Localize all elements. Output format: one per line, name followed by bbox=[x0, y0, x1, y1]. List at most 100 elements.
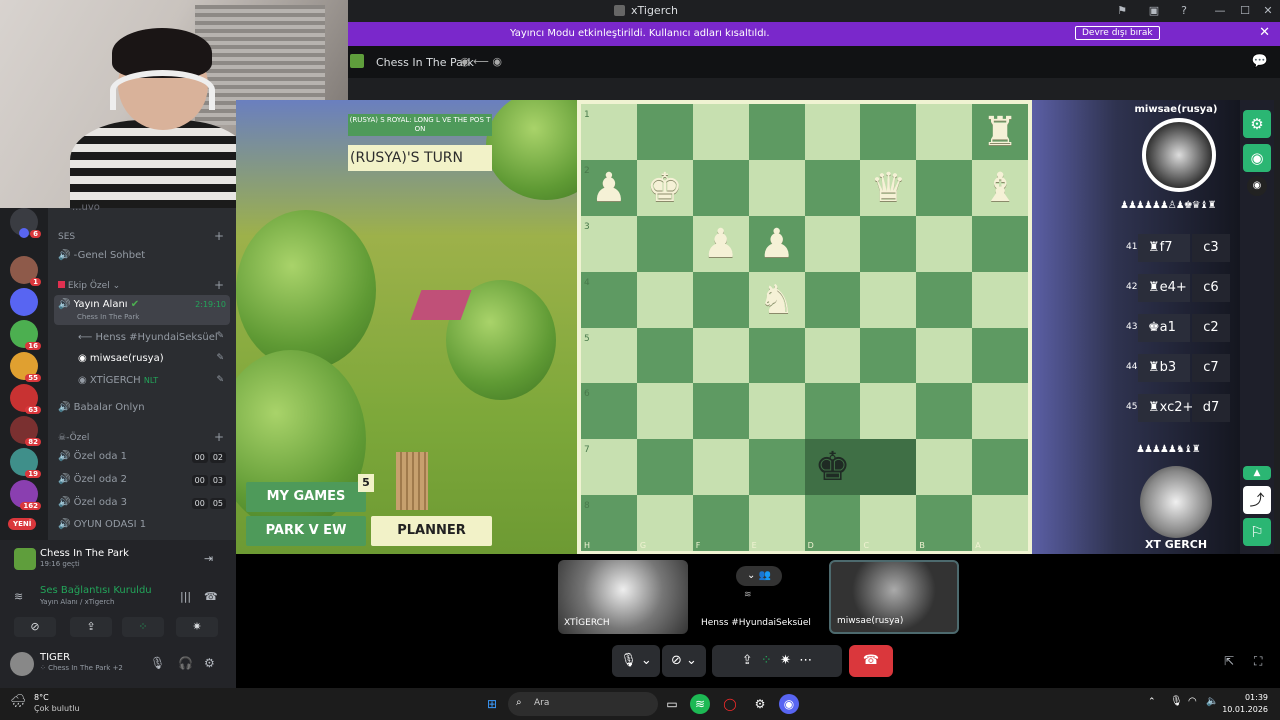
board-square[interactable] bbox=[972, 327, 1029, 384]
board-square[interactable]: G bbox=[636, 495, 693, 552]
board-square[interactable] bbox=[972, 215, 1029, 272]
board-square[interactable] bbox=[804, 383, 861, 440]
volume-icon[interactable]: 🔈 bbox=[1206, 696, 1218, 707]
chess-piece[interactable]: ♚ bbox=[637, 160, 693, 216]
board-square[interactable]: ♝ bbox=[972, 159, 1029, 216]
board-square[interactable]: 3 bbox=[581, 215, 637, 272]
microphone-button[interactable]: 🎙 ⌄ bbox=[612, 645, 660, 677]
chess-piece[interactable]: ♚ bbox=[805, 439, 861, 495]
board-square[interactable] bbox=[748, 383, 805, 440]
chess-piece[interactable]: ♟ bbox=[749, 216, 805, 272]
channel-oyun-odasi[interactable]: 🔊 OYUN ODASI 1 bbox=[58, 519, 146, 530]
board-square[interactable]: 5 bbox=[581, 327, 637, 384]
voice-status[interactable]: Ses Bağlantısı Kuruldu bbox=[40, 585, 152, 596]
close-icon[interactable]: ✕ bbox=[1260, 3, 1276, 19]
soundboard-button[interactable]: ✷ bbox=[176, 617, 218, 637]
board-square[interactable]: ♜ bbox=[972, 104, 1029, 160]
board-square[interactable] bbox=[916, 271, 973, 328]
maximize-icon[interactable]: ☐ bbox=[1237, 3, 1253, 19]
chess-piece[interactable]: ♛ bbox=[860, 160, 916, 216]
flag-icon[interactable]: ⚐ bbox=[1243, 518, 1271, 546]
camera-button[interactable]: ⊘ ⌄ bbox=[662, 645, 706, 677]
board-square[interactable] bbox=[972, 271, 1029, 328]
board-square[interactable] bbox=[692, 271, 749, 328]
channel-genel-sohbet[interactable]: 🔊 -Genel Sohbet bbox=[58, 250, 145, 261]
voice-member[interactable]: ◉ miwsae(rusya) bbox=[78, 353, 164, 364]
wifi-icon[interactable]: ◠ bbox=[1188, 696, 1197, 707]
weather-icon[interactable]: 🌧 bbox=[10, 694, 27, 709]
add-channel-icon[interactable]: + bbox=[214, 229, 224, 243]
board-square[interactable] bbox=[636, 271, 693, 328]
board-square[interactable]: ♚ bbox=[804, 439, 861, 496]
board-square[interactable]: ♛ bbox=[860, 159, 917, 216]
board-square[interactable] bbox=[636, 104, 693, 160]
channel-yayin-alani[interactable]: 🔊 Yayın Alanı ✔ 2:19:10 Chess In The Par… bbox=[54, 295, 230, 325]
settings-gear-icon[interactable]: ⚙ bbox=[204, 656, 215, 670]
tray-chevron-icon[interactable]: ⌃ bbox=[1148, 697, 1156, 707]
settings-gear-icon[interactable]: ⚙ bbox=[1243, 110, 1271, 138]
steam-icon[interactable]: ⚙ bbox=[750, 694, 770, 714]
avatar[interactable] bbox=[10, 652, 34, 676]
server-icon[interactable]: 55 bbox=[10, 352, 41, 382]
leave-activity-icon[interactable]: ⇥ bbox=[204, 552, 213, 565]
chess-piece[interactable]: ♞ bbox=[749, 272, 805, 328]
planner-button[interactable]: PLANNER bbox=[371, 516, 492, 546]
board-square[interactable]: E bbox=[748, 495, 805, 552]
channel-ozel-oda-1[interactable]: 🔊 Özel oda 1 bbox=[58, 451, 127, 462]
server-icon[interactable]: 63 bbox=[10, 384, 41, 414]
participant-tile[interactable]: miwsae(rusya) bbox=[829, 560, 959, 634]
clock-time[interactable]: 01:39 bbox=[1228, 693, 1268, 702]
avatar[interactable]: ◉ bbox=[1247, 176, 1267, 196]
category-ses[interactable]: SES bbox=[58, 232, 75, 242]
noise-icon[interactable]: ||| bbox=[180, 590, 191, 603]
server-icon[interactable]: 1 bbox=[10, 256, 41, 286]
disable-streamer-mode-button[interactable]: Devre dışı bırak bbox=[1075, 26, 1160, 40]
windows-start-icon[interactable]: ⊞ bbox=[482, 694, 502, 714]
board-square[interactable]: F bbox=[692, 495, 749, 552]
panel-app-name[interactable]: Chess In The Park bbox=[40, 548, 129, 559]
headphones-icon[interactable]: 🎧 bbox=[178, 656, 193, 670]
move-row[interactable]: 45 ♜xc2+ d7 bbox=[1120, 392, 1232, 424]
chevron-up-icon[interactable]: ▲ bbox=[1243, 466, 1271, 480]
board-square[interactable]: ♟ bbox=[748, 215, 805, 272]
screen-share-button[interactable]: ⇪ bbox=[70, 617, 112, 637]
chess-piece[interactable]: ♟ bbox=[581, 160, 637, 216]
board-square[interactable] bbox=[692, 327, 749, 384]
search-box[interactable]: ⌕ Ara bbox=[508, 692, 658, 716]
board-square[interactable] bbox=[916, 215, 973, 272]
board-square[interactable] bbox=[916, 383, 973, 440]
close-notice-icon[interactable]: ✕ bbox=[1259, 25, 1270, 40]
screen-icon[interactable]: ▣ bbox=[1146, 3, 1162, 19]
move-row[interactable]: 42 ♜e4+ c6 bbox=[1120, 272, 1232, 304]
board-square[interactable] bbox=[636, 215, 693, 272]
new-badge[interactable]: YENİ bbox=[8, 518, 37, 530]
board-square[interactable] bbox=[972, 383, 1029, 440]
help-icon[interactable]: ? bbox=[1176, 3, 1192, 19]
board-square[interactable]: A bbox=[972, 495, 1029, 552]
park-view-button[interactable]: PARK V EW bbox=[246, 516, 366, 546]
chess-piece[interactable]: ♟ bbox=[693, 216, 749, 272]
board-square[interactable] bbox=[860, 383, 917, 440]
chess-piece[interactable]: ♝ bbox=[972, 160, 1028, 216]
fullscreen-icon[interactable]: ⛶ bbox=[1254, 654, 1262, 669]
my-games-button[interactable]: MY GAMES bbox=[246, 482, 366, 512]
board-square[interactable] bbox=[860, 327, 917, 384]
board-square[interactable]: 2 ♟ bbox=[581, 159, 637, 216]
voice-member[interactable]: ⟵ Henss #HyundaiSeksüel bbox=[78, 332, 218, 343]
microphone-icon[interactable]: 🎙 bbox=[150, 656, 165, 670]
board-square[interactable] bbox=[860, 271, 917, 328]
board-square[interactable] bbox=[636, 327, 693, 384]
board-square[interactable] bbox=[692, 159, 749, 216]
chat-icon[interactable]: 💬 bbox=[1252, 54, 1268, 69]
server-icon[interactable]: 82 bbox=[10, 416, 41, 446]
channel-babalar[interactable]: 🔊 Babalar Onlyn bbox=[58, 402, 145, 413]
board-square[interactable] bbox=[748, 439, 805, 496]
move-row[interactable]: 44 ♜b3 c7 bbox=[1120, 352, 1232, 384]
board-square[interactable] bbox=[748, 327, 805, 384]
signal-icon[interactable]: ≋ bbox=[14, 590, 23, 603]
chess-board[interactable]: 1 ♜ 2 ♟ ♚ ♛ ♝ 3 ♟ ♟ 4 ♞ 5 6 7 ♚ 8 H G F E D C B A bbox=[577, 100, 1032, 554]
channel-partial[interactable]: ...uvo bbox=[72, 202, 100, 213]
inbox-icon[interactable]: ⚑ bbox=[1114, 3, 1130, 19]
server-icon[interactable] bbox=[19, 228, 29, 238]
category-ozel[interactable]: ☠-Özel bbox=[58, 433, 89, 443]
